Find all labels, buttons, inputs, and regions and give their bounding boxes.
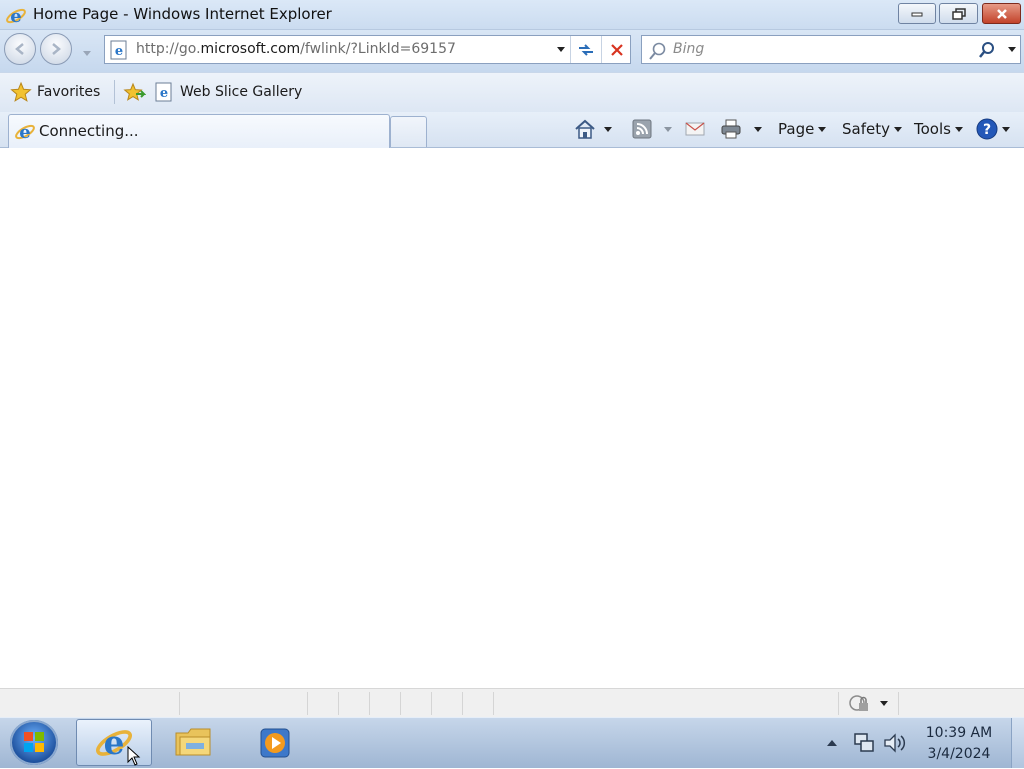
mail-icon — [685, 122, 705, 136]
page-menu[interactable]: Page — [778, 117, 827, 141]
home-icon — [575, 119, 595, 139]
protected-mode-zoom-button[interactable] — [848, 693, 888, 713]
forward-arrow-icon — [52, 43, 61, 55]
restore-icon — [951, 7, 966, 20]
chevron-down-icon — [818, 126, 827, 132]
internet-explorer-icon: e — [14, 121, 36, 147]
page-icon: e — [109, 40, 129, 64]
stop-icon — [611, 43, 623, 56]
recent-pages-dropdown[interactable] — [79, 44, 91, 60]
chevron-down-icon — [664, 126, 672, 132]
volume-icon — [884, 733, 906, 753]
svg-text:e: e — [104, 723, 125, 762]
minimize-icon — [911, 12, 923, 16]
rss-feed-icon — [632, 119, 652, 139]
svg-text:e: e — [115, 44, 123, 59]
tools-menu[interactable]: Tools — [914, 117, 963, 141]
chevron-down-icon — [954, 126, 963, 132]
chevron-up-icon — [827, 740, 837, 746]
printer-icon — [721, 119, 741, 139]
address-bar[interactable]: e http://go.microsoft.com/fwlink/?LinkId… — [104, 35, 631, 64]
forward-button[interactable] — [40, 33, 72, 65]
safety-menu[interactable]: Safety — [842, 117, 902, 141]
svg-text:e: e — [160, 86, 168, 101]
chevron-down-icon — [83, 51, 91, 56]
chevron-down-icon — [893, 126, 902, 132]
media-player-icon — [260, 728, 290, 757]
stop-button[interactable] — [602, 36, 632, 63]
print-button[interactable] — [720, 117, 762, 141]
taskbar-media-player[interactable] — [240, 719, 310, 766]
favorites-button[interactable]: Favorites — [10, 78, 100, 106]
tab-label: Connecting... — [39, 122, 139, 140]
minimize-button[interactable] — [898, 3, 936, 24]
network-tray-button[interactable] — [852, 731, 876, 759]
security-zone-icon — [849, 695, 868, 711]
show-hidden-icons-button[interactable] — [826, 736, 838, 752]
chevron-down-icon — [557, 47, 565, 52]
svg-text:e: e — [19, 122, 30, 143]
browser-window: e Home Page - Windows Internet Explorer … — [0, 0, 1024, 717]
favorite-web-slice-gallery[interactable]: e Web Slice Gallery — [154, 78, 302, 106]
search-provider-icon — [649, 42, 666, 60]
mouse-cursor-icon — [127, 746, 141, 766]
network-icon — [854, 733, 874, 752]
chevron-down-icon — [604, 126, 612, 132]
url-text[interactable]: http://go.microsoft.com/fwlink/?LinkId=6… — [136, 41, 456, 57]
restore-button[interactable] — [939, 3, 978, 24]
add-favorite-icon — [123, 82, 146, 101]
new-tab-button[interactable] — [390, 116, 427, 147]
feeds-button[interactable] — [632, 117, 672, 141]
status-bar — [0, 688, 1024, 717]
read-mail-button[interactable] — [685, 117, 705, 141]
svg-text:?: ? — [983, 122, 991, 138]
search-placeholder: Bing — [673, 41, 705, 57]
taskbar-internet-explorer[interactable]: e — [76, 719, 152, 766]
close-icon — [996, 8, 1007, 19]
search-icon[interactable] — [978, 41, 996, 59]
title-bar[interactable]: e Home Page - Windows Internet Explorer — [0, 0, 1024, 30]
favorites-star-icon — [10, 81, 32, 102]
back-button[interactable] — [4, 33, 36, 65]
address-dropdown[interactable] — [547, 39, 571, 60]
chevron-down-icon — [754, 126, 762, 132]
start-button[interactable] — [10, 720, 58, 765]
help-icon: ? — [976, 118, 998, 140]
page-content-area[interactable] — [0, 148, 1024, 688]
volume-tray-button[interactable] — [882, 731, 908, 759]
refresh-icon — [579, 43, 593, 56]
refresh-button[interactable] — [571, 36, 601, 63]
chevron-down-icon — [880, 700, 888, 706]
add-to-favorites-bar-button[interactable] — [122, 78, 146, 106]
home-button[interactable] — [574, 117, 612, 141]
windows-explorer-icon — [175, 728, 211, 755]
windows-logo-icon — [24, 732, 44, 752]
help-menu[interactable]: ? — [976, 117, 1010, 141]
chevron-down-icon — [1002, 126, 1010, 132]
close-button[interactable] — [982, 3, 1021, 24]
search-box[interactable]: Bing — [641, 35, 1021, 64]
internet-explorer-icon: e — [5, 5, 27, 31]
search-options-chevron-icon[interactable] — [1008, 47, 1016, 52]
clock-date[interactable]: 3/4/2024 — [918, 746, 1000, 762]
window-title: Home Page - Windows Internet Explorer — [33, 5, 332, 23]
svg-text:e: e — [10, 6, 21, 27]
clock-time[interactable]: 10:39 AM — [918, 725, 1000, 741]
tab-connecting[interactable]: e Connecting... — [8, 114, 390, 150]
back-arrow-icon — [15, 43, 24, 55]
taskbar-windows-explorer[interactable] — [160, 719, 230, 766]
ie-page-icon: e — [155, 82, 172, 102]
show-desktop-button[interactable] — [1011, 718, 1024, 768]
